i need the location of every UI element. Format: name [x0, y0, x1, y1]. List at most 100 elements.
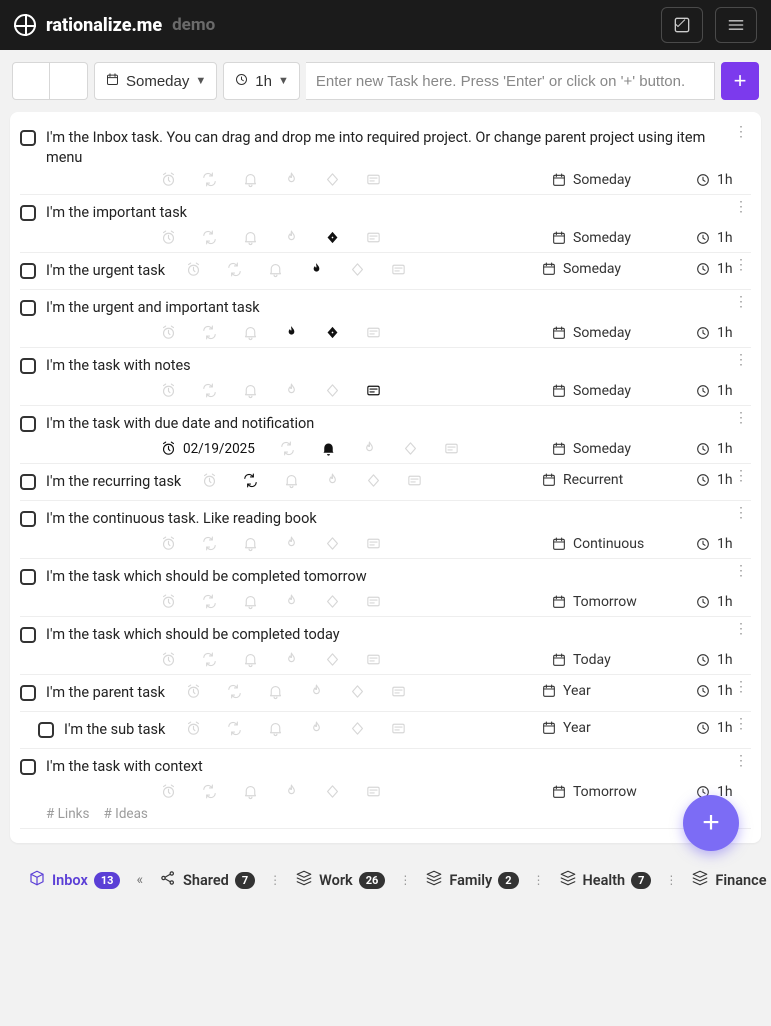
task-checkbox[interactable]	[38, 722, 54, 738]
task-duration[interactable]: 1h	[695, 383, 751, 399]
bell-icon[interactable]	[283, 472, 300, 489]
diamond-icon[interactable]	[324, 382, 341, 399]
project-chip-shared[interactable]: Shared 7	[155, 863, 259, 897]
task-schedule[interactable]: Someday	[551, 441, 671, 457]
task-menu-button[interactable]: ⋮	[731, 472, 751, 482]
task-checkbox[interactable]	[20, 130, 36, 146]
task-checkbox[interactable]	[20, 569, 36, 585]
repeat-icon[interactable]	[201, 535, 218, 552]
task-title[interactable]: I'm the sub task	[64, 720, 175, 740]
diamond-icon[interactable]	[402, 440, 419, 457]
alarm-icon[interactable]	[160, 783, 177, 800]
task-menu-button[interactable]: ⋮	[731, 509, 751, 519]
bell-icon[interactable]	[242, 171, 259, 188]
flame-icon[interactable]	[283, 229, 300, 246]
chevron-left-icon[interactable]: «	[132, 872, 147, 888]
repeat-icon[interactable]	[201, 651, 218, 668]
task-duration[interactable]: 1h	[695, 441, 751, 457]
bell-icon[interactable]	[242, 593, 259, 610]
flame-icon[interactable]	[308, 720, 325, 737]
diamond-icon[interactable]	[349, 683, 366, 700]
repeat-icon[interactable]	[242, 472, 259, 489]
notes-icon[interactable]	[390, 261, 407, 278]
task-title[interactable]: I'm the task with due date and notificat…	[46, 414, 751, 434]
diamond-icon[interactable]	[365, 472, 382, 489]
diamond-icon[interactable]	[324, 324, 341, 341]
task-title[interactable]: I'm the continuous task. Like reading bo…	[46, 509, 751, 529]
task-title[interactable]: I'm the recurring task	[46, 472, 191, 492]
notes-icon[interactable]	[406, 472, 423, 489]
task-duration[interactable]: 1h	[695, 594, 751, 610]
task-schedule[interactable]: Someday	[551, 325, 671, 341]
bell-icon[interactable]	[242, 651, 259, 668]
task-schedule[interactable]: Someday	[541, 261, 661, 277]
bell-icon[interactable]	[267, 683, 284, 700]
repeat-icon[interactable]	[201, 324, 218, 341]
task-schedule[interactable]: Recurrent	[541, 472, 661, 488]
task-schedule[interactable]: Year	[541, 683, 661, 699]
flame-icon[interactable]	[283, 593, 300, 610]
project-menu-button[interactable]: ⋮	[267, 876, 283, 884]
alarm-icon[interactable]	[185, 683, 202, 700]
flame-icon[interactable]	[283, 171, 300, 188]
alarm-icon[interactable]: 02/19/2025	[160, 440, 255, 457]
repeat-icon[interactable]	[279, 440, 296, 457]
task-menu-button[interactable]: ⋮	[731, 720, 751, 730]
task-schedule[interactable]: Tomorrow	[551, 594, 671, 610]
diamond-icon[interactable]	[349, 261, 366, 278]
alarm-icon[interactable]	[160, 382, 177, 399]
task-menu-button[interactable]: ⋮	[731, 757, 751, 767]
flame-icon[interactable]	[283, 324, 300, 341]
notes-icon[interactable]	[365, 651, 382, 668]
alarm-icon[interactable]	[160, 651, 177, 668]
task-checkbox[interactable]	[20, 300, 36, 316]
task-schedule[interactable]: Someday	[551, 230, 671, 246]
project-menu-button[interactable]: ⋮	[397, 876, 413, 884]
notes-icon[interactable]	[365, 324, 382, 341]
task-checkbox[interactable]	[20, 685, 36, 701]
repeat-icon[interactable]	[201, 382, 218, 399]
toggle-urgent-button[interactable]	[12, 62, 50, 100]
task-checkbox[interactable]	[20, 511, 36, 527]
task-menu-button[interactable]: ⋮	[731, 683, 751, 693]
repeat-icon[interactable]	[226, 683, 243, 700]
alarm-icon[interactable]	[185, 720, 202, 737]
task-checkbox[interactable]	[20, 358, 36, 374]
project-chip-work[interactable]: Work 26	[291, 863, 389, 897]
diamond-icon[interactable]	[324, 783, 341, 800]
alarm-icon[interactable]	[160, 324, 177, 341]
flame-icon[interactable]	[324, 472, 341, 489]
repeat-icon[interactable]	[226, 720, 243, 737]
project-menu-button[interactable]: ⋮	[663, 876, 679, 884]
task-menu-button[interactable]: ⋮	[731, 128, 751, 138]
flame-icon[interactable]	[308, 683, 325, 700]
alarm-icon[interactable]	[201, 472, 218, 489]
task-menu-button[interactable]: ⋮	[731, 625, 751, 635]
toggle-important-button[interactable]	[50, 62, 88, 100]
task-menu-button[interactable]: ⋮	[731, 298, 751, 308]
project-chip-finance[interactable]: Finance	[687, 863, 770, 897]
task-title[interactable]: I'm the Inbox task. You can drag and dro…	[46, 128, 751, 167]
diamond-icon[interactable]	[324, 171, 341, 188]
task-checkbox[interactable]	[20, 263, 36, 279]
task-schedule[interactable]: Year	[541, 720, 661, 736]
task-checkbox[interactable]	[20, 205, 36, 221]
task-duration[interactable]: 1h	[695, 652, 751, 668]
diamond-icon[interactable]	[349, 720, 366, 737]
checklist-button[interactable]	[661, 7, 703, 43]
task-schedule[interactable]: Continuous	[551, 536, 671, 552]
task-duration[interactable]: 1h	[695, 536, 751, 552]
task-menu-button[interactable]: ⋮	[731, 203, 751, 213]
task-tag[interactable]: # Links	[46, 806, 89, 822]
repeat-icon[interactable]	[201, 171, 218, 188]
project-chip-health[interactable]: Health 7	[555, 863, 656, 897]
project-menu-button[interactable]: ⋮	[531, 876, 547, 884]
flame-icon[interactable]	[283, 783, 300, 800]
notes-icon[interactable]	[365, 171, 382, 188]
task-menu-button[interactable]: ⋮	[731, 567, 751, 577]
task-duration[interactable]: 1h	[695, 325, 751, 341]
diamond-icon[interactable]	[324, 535, 341, 552]
repeat-icon[interactable]	[226, 261, 243, 278]
alarm-icon[interactable]	[160, 593, 177, 610]
bell-icon[interactable]	[242, 229, 259, 246]
